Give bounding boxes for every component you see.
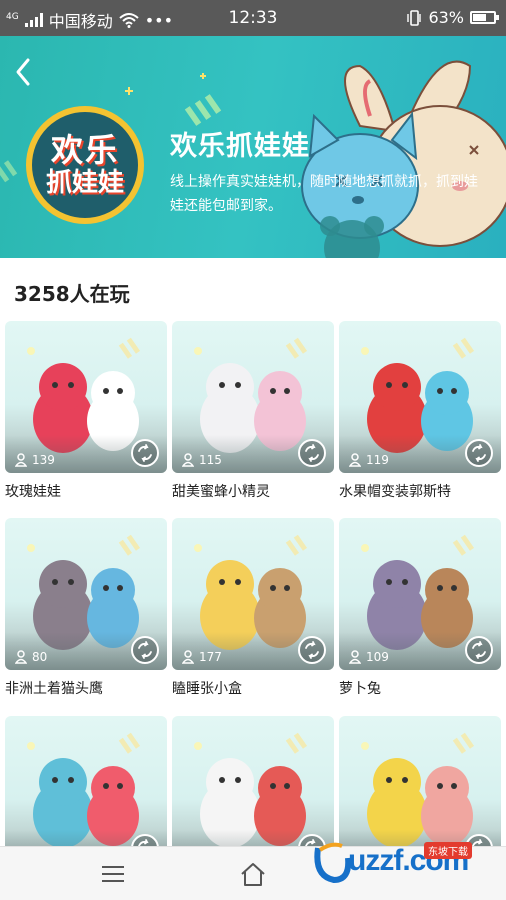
site-watermark: uzzf.com 东坡下载 [312,836,498,886]
battery-icon [470,11,499,24]
person-icon [15,650,27,664]
person-icon [15,453,27,467]
vibrate-icon [407,9,422,26]
swap-icon[interactable] [130,635,160,665]
status-right: 63% [406,8,499,27]
player-count: 109 [349,650,389,664]
swap-icon[interactable] [464,438,494,468]
doll-card[interactable]: 177 瞌睡张小盒 [172,518,334,698]
doll-thumbnail[interactable]: 119 [339,321,501,473]
doll-card[interactable]: 139 玫瑰娃娃 [5,321,167,501]
battery-percent: 63% [428,8,464,27]
doll-name: 水果帽变装郭斯特 [339,484,451,500]
doll-thumbnail[interactable]: 80 [5,518,167,670]
player-count-value: 109 [366,650,389,664]
watermark-tag: 东坡下载 [424,842,472,859]
player-count: 119 [349,453,389,467]
doll-name: 瞌睡张小盒 [172,681,242,697]
doll-thumbnail[interactable]: 177 [172,518,334,670]
doll-card[interactable]: 109 萝卜兔 [339,518,501,698]
player-count-value: 177 [199,650,222,664]
home-icon[interactable] [238,861,268,887]
person-icon [182,650,194,664]
doll-name: 甜美蜜蜂小精灵 [172,484,270,500]
logo-line-1: 欢乐 [50,131,119,169]
player-count-value: 80 [32,650,48,664]
person-icon [182,453,194,467]
game-banner: 欢乐 抓娃娃 欢乐抓娃娃 线上操作真实娃娃机，随时随地想抓就抓，抓到娃娃还能包邮… [0,36,506,258]
doll-thumbnail[interactable]: 139 [5,321,167,473]
player-count: 115 [182,453,222,467]
doll-name: 非洲土着猫头鹰 [5,681,103,697]
status-bar: 4G 中国移动 ••• 12:33 63% [0,0,506,36]
swap-icon[interactable] [464,635,494,665]
doll-name: 玫瑰娃娃 [5,484,61,500]
person-icon [349,453,361,467]
doll-name: 萝卜兔 [339,681,381,697]
player-count: 139 [15,453,55,467]
back-arrow-icon[interactable] [10,54,38,90]
player-count: 177 [182,650,222,664]
doll-card[interactable]: 119 水果帽变装郭斯特 [339,321,501,501]
battery-fill [473,14,486,21]
swap-icon[interactable] [297,635,327,665]
logo-line-2: 抓娃娃 [45,168,124,198]
player-count: 80 [15,650,47,664]
menu-icon[interactable] [98,861,128,887]
player-count-value: 115 [199,453,222,467]
doll-card[interactable]: 115 甜美蜜蜂小精灵 [172,321,334,501]
doll-thumbnail[interactable]: 115 [172,321,334,473]
game-logo: 欢乐 抓娃娃 [26,106,144,224]
swap-icon[interactable] [297,438,327,468]
players-count: 3258人在玩 [14,282,130,306]
banner-title: 欢乐抓娃娃 [170,131,310,162]
banner-description: 线上操作真实娃娃机，随时随地想抓就抓，抓到娃娃还能包邮到家。 [170,174,478,214]
swap-icon[interactable] [130,438,160,468]
player-count-value: 139 [32,453,55,467]
doll-thumbnail[interactable]: 109 [339,518,501,670]
watermark-logo-icon [314,842,352,884]
person-icon [349,650,361,664]
player-count-value: 119 [366,453,389,467]
doll-card[interactable]: 80 非洲土着猫头鹰 [5,518,167,698]
